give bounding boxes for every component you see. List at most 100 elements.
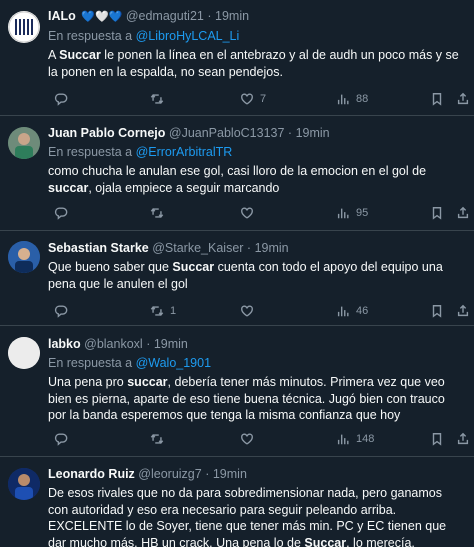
timestamp[interactable]: 19min [255, 241, 289, 255]
author-name[interactable]: Leonardo Ruiz [48, 467, 135, 481]
retweet-button[interactable] [150, 205, 170, 221]
tweet-actions: 7 88 [54, 91, 474, 107]
avatar[interactable] [8, 468, 40, 500]
bookmark-button[interactable] [430, 303, 444, 319]
share-icon [457, 432, 469, 445]
author-handle[interactable]: @blankoxl [84, 337, 143, 351]
separator: · [146, 337, 151, 351]
author-handle[interactable]: @Starke_Kaiser [152, 241, 243, 255]
views-icon [337, 434, 349, 445]
tweet-text: De esos rivales que no da para sobredime… [48, 486, 447, 547]
reply-icon [54, 93, 68, 106]
share-icon [457, 92, 469, 105]
bookmark-icon [432, 93, 442, 106]
tweet-actions: 95 [54, 205, 474, 221]
like-button[interactable]: 7 [240, 91, 266, 107]
bookmark-icon [432, 305, 442, 318]
tweet-text: como chucha le anulan ese gol, casi llor… [48, 164, 427, 195]
retweet-icon [150, 93, 164, 105]
bookmark-icon [432, 207, 442, 220]
tweet-3[interactable]: Sebastian Starke @Starke_Kaiser · 19min … [0, 231, 474, 326]
avatar[interactable] [8, 127, 40, 159]
avatar[interactable] [8, 11, 40, 43]
tweet-header: Sebastian Starke @Starke_Kaiser · 19min [48, 240, 464, 256]
tweet-4[interactable]: labko @blankoxl · 19min En respuesta a @… [0, 326, 474, 457]
author-name[interactable]: Juan Pablo Cornejo [48, 126, 165, 140]
views-icon [337, 94, 349, 105]
tweet-feed: IALo 💙🤍💙 @edmaguti21 · 19min En respuest… [0, 0, 474, 547]
timestamp[interactable]: 19min [296, 126, 330, 140]
like-icon [241, 93, 253, 105]
separator: · [207, 9, 212, 23]
views-button[interactable]: 95 [336, 205, 368, 221]
like-icon [241, 207, 253, 219]
separator: · [246, 241, 252, 255]
author-name[interactable]: Sebastian Starke [48, 241, 149, 255]
retweet-button[interactable] [150, 431, 170, 447]
bookmark-button[interactable] [430, 91, 444, 107]
tweet-text: Una pena pro succar, debería tener más m… [48, 375, 445, 422]
reply-prefix: En respuesta a [48, 145, 133, 159]
separator: · [287, 126, 293, 140]
share-icon [457, 304, 469, 317]
views-button[interactable]: 148 [336, 431, 374, 447]
reply-button[interactable] [54, 205, 74, 221]
reply-button[interactable] [54, 91, 74, 107]
tweet-text: A Succar le ponen la línea en el antebra… [48, 48, 459, 79]
share-button[interactable] [456, 205, 470, 221]
bookmark-button[interactable] [430, 431, 444, 447]
tweet-actions: 148 [54, 431, 474, 447]
timestamp[interactable]: 19min [213, 467, 247, 481]
tweet-5[interactable]: Leonardo Ruiz @leoruizg7 · 19min De esos… [0, 457, 474, 547]
reply-mention[interactable]: @LibroHyLCAL_Li [136, 29, 240, 43]
tweet-1[interactable]: IALo 💙🤍💙 @edmaguti21 · 19min En respuest… [0, 0, 474, 116]
author-handle[interactable]: @edmaguti21 [126, 9, 204, 23]
reply-mention[interactable]: @ErrorArbitralTR [136, 145, 233, 159]
reply-button[interactable] [54, 431, 74, 447]
reply-context: En respuesta a @LibroHyLCAL_Li [48, 28, 464, 44]
like-icon [241, 305, 253, 317]
like-button[interactable] [240, 431, 260, 447]
avatar[interactable] [8, 337, 40, 369]
timestamp[interactable]: 19min [154, 337, 188, 351]
like-icon [241, 433, 253, 445]
tweet-actions: 1 46 [54, 303, 474, 319]
author-handle[interactable]: @leoruizg7 [138, 467, 201, 481]
retweet-icon [150, 433, 164, 445]
tweet-text: Que bueno saber que Succar cuenta con to… [48, 260, 443, 291]
bookmark-icon [432, 433, 442, 446]
like-button[interactable] [240, 205, 260, 221]
retweet-button[interactable]: 1 [150, 303, 176, 319]
share-button[interactable] [456, 303, 470, 319]
tweet-header: Juan Pablo Cornejo @JuanPabloC13137 · 19… [48, 125, 464, 141]
timestamp[interactable]: 19min [215, 9, 249, 23]
share-button[interactable] [456, 91, 470, 107]
views-button[interactable]: 88 [336, 91, 368, 107]
author-name[interactable]: labko [48, 337, 81, 351]
reply-context: En respuesta a @Walo_1901 [48, 355, 464, 371]
bookmark-button[interactable] [430, 205, 444, 221]
tweet-header: Leonardo Ruiz @leoruizg7 · 19min [48, 466, 464, 482]
like-button[interactable] [240, 303, 260, 319]
share-button[interactable] [456, 431, 470, 447]
reply-icon [54, 207, 68, 220]
reply-icon [54, 433, 68, 446]
views-icon [337, 208, 349, 219]
reply-button[interactable] [54, 303, 74, 319]
views-button[interactable]: 46 [336, 303, 368, 319]
reply-prefix: En respuesta a [48, 29, 133, 43]
share-icon [457, 206, 469, 219]
tweet-header: IALo 💙🤍💙 @edmaguti21 · 19min [48, 8, 464, 25]
reply-prefix: En respuesta a [48, 356, 133, 370]
retweet-icon [150, 305, 164, 317]
tweet-header: labko @blankoxl · 19min [48, 336, 464, 352]
name-badges: 💙🤍💙 [81, 11, 123, 23]
retweet-icon [150, 207, 164, 219]
author-handle[interactable]: @JuanPabloC13137 [169, 126, 285, 140]
avatar[interactable] [8, 241, 40, 273]
reply-mention[interactable]: @Walo_1901 [136, 356, 211, 370]
retweet-button[interactable] [150, 91, 170, 107]
separator: · [205, 467, 210, 481]
tweet-2[interactable]: Juan Pablo Cornejo @JuanPabloC13137 · 19… [0, 116, 474, 231]
author-name[interactable]: IALo [48, 9, 76, 23]
